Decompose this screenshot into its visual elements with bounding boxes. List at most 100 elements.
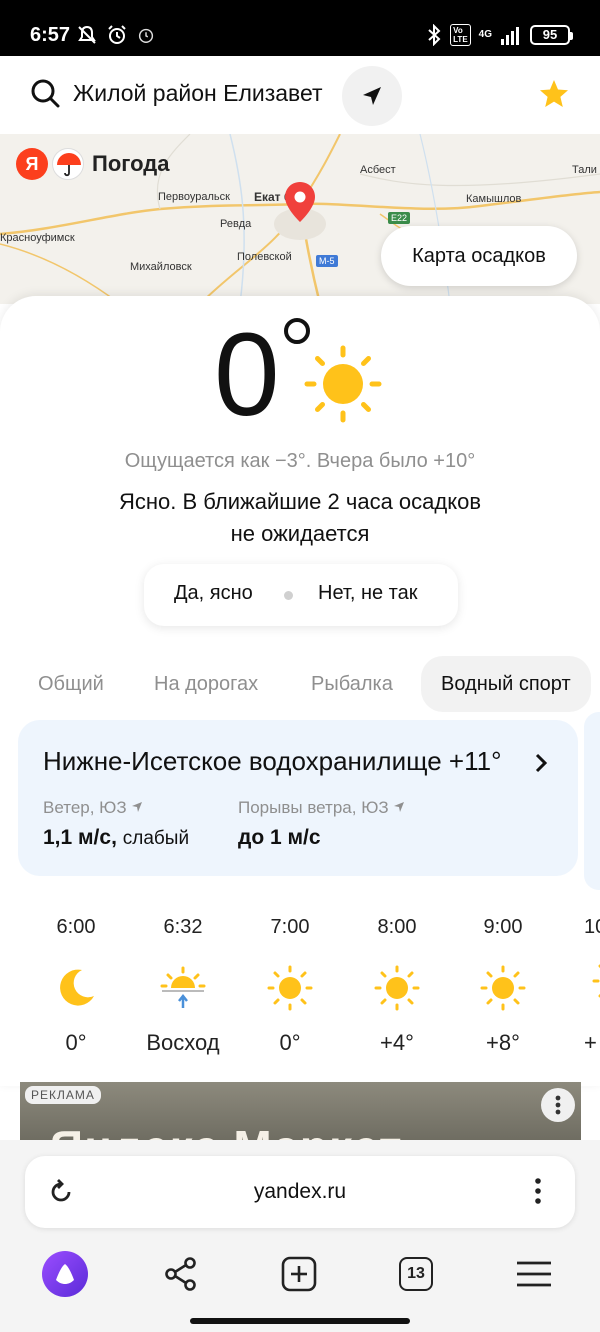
feedback-no-button[interactable]: Нет, не так [318,582,418,605]
road-badge-m5: M-5 [316,255,338,267]
hourly-item-clipped: 10:00 + [560,916,600,1056]
hourly-item: 9:00 +8° [453,916,553,1056]
hour-time: 6:00 [56,916,96,938]
my-location-button[interactable] [342,66,402,126]
map-label-talitsa: Тали [572,164,597,176]
hour-temp: Восход [146,1030,220,1055]
network-type: 4G [478,29,492,40]
sun-icon [347,958,447,1018]
reservoir-title: Нижне-Исетское водохранилище +11° [43,746,502,776]
feedback-divider-dot [284,591,293,600]
feedback-yes-button[interactable]: Да, ясно [174,582,253,605]
gust-direction-icon [394,802,405,812]
condition-line-2: не ожидается [230,521,370,546]
search-icon[interactable] [30,78,60,108]
map-label-mikhailovsk: Михайловск [130,261,192,273]
favorite-star-icon[interactable] [538,78,570,110]
chevron-right-icon [535,753,548,773]
hourly-item: 6:32 Восход [133,916,233,1056]
wind-description: слабый [122,828,190,849]
bluetooth-icon [428,24,441,46]
home-indicator[interactable] [190,1318,410,1324]
yandex-logo: Я [16,148,48,180]
weather-map[interactable]: Я Погода Асбест Тали Первоуральск Екат б… [0,134,600,304]
sunrise-icon [133,958,233,1018]
more-vertical-icon [555,1095,561,1115]
browser-toolbar: yandex.ru 13 [0,1140,600,1332]
hourly-item: 7:00 0° [240,916,340,1056]
status-right: Vo LTE 4G 95 [426,24,573,46]
new-tab-button[interactable] [269,1244,329,1304]
precipitation-map-button[interactable]: Карта осадков [381,226,577,286]
degree-symbol [284,318,310,344]
alice-icon [42,1251,88,1297]
moon-icon [26,958,126,1018]
plus-square-icon [281,1256,317,1292]
umbrella-icon [52,148,84,180]
share-button[interactable] [151,1244,211,1304]
tabs-count: 13 [399,1257,433,1291]
ad-badge: РЕКЛАМА [25,1086,101,1104]
ad-more-button[interactable] [541,1088,575,1122]
hour-time: 10:00 [584,916,600,938]
location-header: Жилой район Елизавет [0,56,600,134]
status-left-icons [76,24,156,46]
more-vertical-icon[interactable] [525,1176,551,1206]
map-label-polevskoy: Полевской [237,251,292,263]
hour-time: 9:00 [483,916,523,938]
share-icon [165,1257,196,1291]
map-label-kamyshlov: Камышлов [466,193,522,205]
hour-temp: +4° [380,1030,414,1055]
condition-line-1: Ясно. В ближайшие 2 часа осадков [118,489,482,514]
url-text: yandex.ru [253,1180,347,1203]
tabs-switcher-button[interactable]: 13 [386,1244,446,1304]
location-title[interactable]: Жилой район Елизавет [73,80,323,107]
hour-temp: 0° [279,1030,301,1055]
hour-time: 7:00 [270,916,310,938]
tab-water-sport[interactable]: Водный спорт [421,656,591,712]
wind-speed: 1,1 м/с, [43,826,117,849]
sun-icon [592,958,600,1018]
hamburger-menu-icon [517,1261,551,1287]
address-bar[interactable]: yandex.ru [25,1156,575,1228]
forecast-tabs: Общий На дорогах Рыбалка Водный спорт [0,656,600,712]
gust-value: до 1 м/с [238,826,321,849]
gust-label: Порывы ветра, ЮЗ [238,798,405,818]
signal-icon [501,27,519,45]
feedback-panel: Да, ясно Нет, не так [144,564,458,626]
ad-banner[interactable]: РЕКЛАМА Яндекс Маркет [20,1082,581,1144]
map-label-revda: Ревда [220,218,252,230]
brand-name: Погода [92,151,170,176]
hour-time: 6:32 [163,916,203,938]
status-bar: 6:57 Vo LTE 4G 95 [0,0,600,56]
sun-icon [304,345,382,423]
wind-label: Ветер, ЮЗ [43,798,143,818]
tab-roads[interactable]: На дорогах [154,656,258,712]
hourly-item: 6:00 0° [26,916,126,1056]
alice-button[interactable] [35,1244,95,1304]
hour-time: 8:00 [377,916,417,938]
menu-button[interactable] [504,1244,564,1304]
bottom-navigation: 13 [0,1244,600,1304]
alarm-outline-icon [138,28,154,43]
current-temperature: 0 [214,309,280,441]
tab-fishing[interactable]: Рыбалка [311,656,393,712]
tab-general[interactable]: Общий [38,656,104,712]
wind-direction-icon [132,802,143,812]
mute-icon [78,25,96,44]
sun-icon [240,958,340,1018]
navigation-arrow-icon [363,87,381,105]
water-reservoir-card[interactable]: Нижне-Исетское водохранилище +11° Ветер,… [18,720,578,876]
wind-value: 1,1 м/с, слабый [43,826,189,850]
next-reservoir-card[interactable] [584,712,600,890]
location-pin-icon [285,182,315,222]
status-time: 6:57 [30,24,71,46]
map-label-pervouralsk: Первоуральск [158,191,230,203]
feels-like-text: Ощущается как −3°. Вчера было +10° [124,450,476,472]
yandex-weather-brand: Я Погода [16,148,169,180]
hourly-item: 8:00 +4° [347,916,447,1056]
map-label-asbest: Асбест [360,164,396,176]
hour-temp: 0° [65,1030,87,1055]
hour-temp: +8° [486,1030,520,1055]
alarm-icon [108,25,126,44]
